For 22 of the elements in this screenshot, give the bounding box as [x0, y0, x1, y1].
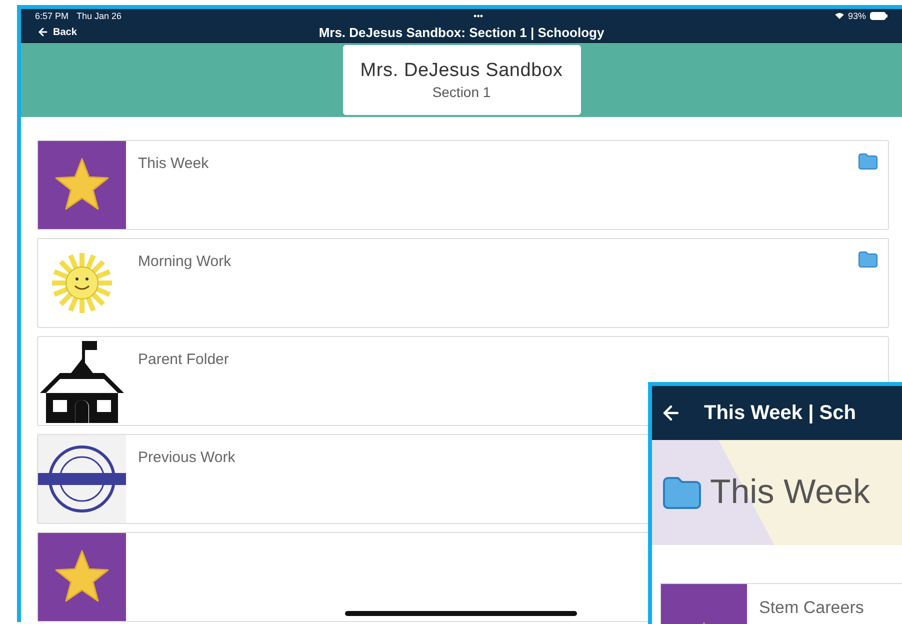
course-name: Mrs. DeJesus Sandbox — [360, 60, 563, 82]
folder-icon — [662, 476, 702, 510]
inset-page-title: This Week | Sch — [704, 402, 856, 424]
battery-icon — [870, 12, 888, 20]
wifi-icon — [834, 12, 844, 20]
folder-title: This Week — [137, 154, 210, 174]
folder-title: Stem Careers — [758, 597, 865, 619]
folder-row[interactable]: Stem Careers — [660, 583, 902, 624]
folder-title: Parent Folder — [137, 350, 230, 370]
folder-row[interactable]: This Week — [37, 140, 889, 230]
folder-title: Morning Work — [137, 252, 232, 272]
multitask-dots[interactable]: ••• — [474, 10, 483, 21]
status-date: Thu Jan 26 — [76, 10, 122, 21]
battery-percent: 93% — [848, 10, 866, 21]
inset-folder-title: This Week — [710, 473, 870, 512]
folder-title: Previous Work — [137, 448, 236, 468]
status-time: 6:57 PM — [35, 10, 69, 21]
back-button[interactable]: Back — [37, 26, 77, 38]
folder-row[interactable]: Morning Work — [37, 238, 889, 328]
back-arrow-icon — [37, 26, 49, 38]
course-section: Section 1 — [432, 84, 491, 100]
page-title: Mrs. DeJesus Sandbox: Section 1 | Schoology — [318, 24, 604, 40]
